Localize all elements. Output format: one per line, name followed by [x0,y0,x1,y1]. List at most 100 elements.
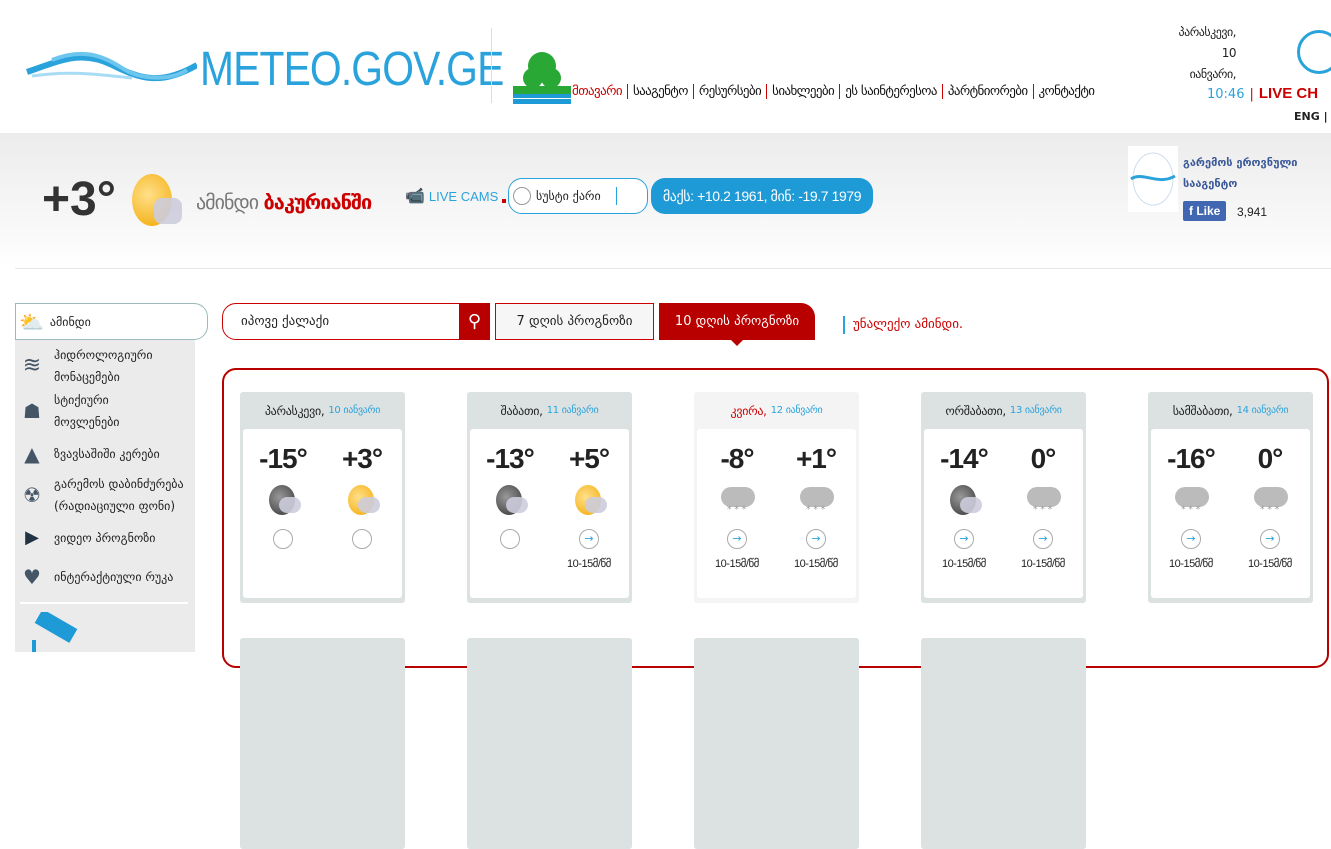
forecast-day-card[interactable] [694,638,859,849]
tab-10-day-forecast[interactable]: 10 დღის პროგნოზი [659,303,815,346]
chat-bubble-icon[interactable] [1297,30,1331,74]
night-temperature: -15° [259,443,308,474]
forecast-day-card[interactable]: კვირა,12 იანვარი -8° → 10-15მ/წმ +1° → 10-15მ/… [694,392,859,603]
live-chat-link[interactable]: LIVE CH [1259,85,1318,102]
sidebar-item-hydrology[interactable]: ≋ ჰიდროლოგიური მონაცემები [18,344,194,388]
forecast-day-card[interactable]: სამშაბათი,14 იანვარი -16° → 10-15მ/წმ 0° → 10-… [1148,392,1313,603]
live-cams-label: LIVE CAMS [428,188,499,204]
forecast-day-card[interactable] [467,638,632,849]
day-name: პარასკევი, [264,403,325,418]
card-body: -14° → 10-15მ/წმ 0° → 10-15მ/წმ [924,429,1083,598]
date-num: 10 [1221,46,1237,60]
day-date: 14 იანვარი [1236,405,1289,416]
card-header: ორშაბათი, 13 იანვარი [921,392,1086,429]
wind-direction-icon: → [1260,529,1280,549]
current-time: 10:46 [1207,87,1245,102]
search-button[interactable]: ⚲ [459,303,490,340]
city-search-input[interactable]: იპოვე ქალაქი [222,303,490,340]
city-name: ბაკურიანში [263,190,372,214]
live-cams-link[interactable]: 📹 LIVE CAMS [405,186,507,206]
weather-label: ამინდი [196,190,259,214]
wind-speed: 10-15მ/წმ [794,558,838,570]
day-name: სამშაბათი, [1172,403,1233,418]
day-date: 13 იანვარი [1009,405,1062,416]
wind-direction-icon: → [1033,529,1053,549]
night-cloud-icon [492,483,528,519]
day-name: ორშაბათი, [945,403,1006,418]
sidebar-item-label: ჰიდროლოგიური მონაცემები [54,348,153,384]
sidebar-item-label: გარემოს დაბინძურება (რადიაციული ფონი) [54,477,184,513]
lang-switch-eng[interactable]: ENG | [1294,110,1328,123]
night-temperature: -14° [940,443,989,474]
agency-tree-icon [513,52,571,104]
search-icon: ⚲ [467,311,482,332]
radiation-icon: ☢ [23,483,41,507]
day-date: 12 იანვარი [770,405,823,416]
sidebar-item-disasters[interactable]: ☗ სტიქიური მოვლენები [18,389,164,433]
fb-like-button[interactable]: f Like [1183,201,1227,221]
day-temperature: +5° [568,443,610,474]
forecast-day-card[interactable]: ორშაბათი,13 იანვარი -14° → 10-15მ/წმ 0° → 10-1… [921,392,1086,603]
fb-page-name[interactable]: გარემოს ეროვნული სააგენტო [1183,152,1323,194]
date-day: პარასკევი, [1178,25,1237,39]
nav-news[interactable]: სიახლეები [766,84,839,99]
card-header: კვირა, 12 იანვარი [694,392,859,429]
nav-home[interactable]: მთავარი [572,84,627,99]
divider [491,28,492,103]
day-name: შაბათი, [500,403,543,418]
wind-speed: 10-15მ/წმ [942,558,986,570]
sidebar-item-map[interactable]: ♥ ინტერაქტიული რუკა [18,563,173,591]
wind-speed [475,557,545,571]
night-temperature: -8° [720,443,754,474]
snow-cloud-icon [719,483,755,519]
day-temperature: +1° [795,443,837,474]
night-temperature: -16° [1167,443,1216,474]
agency-logo[interactable] [1128,146,1178,212]
wind-direction-icon: → [579,529,599,549]
nav-interesting[interactable]: ეს საინტერესოა [839,84,942,99]
wind-direction-icon: → [727,529,747,549]
wind-speed [248,557,318,571]
cloud-sun-icon: ⛅ [19,309,44,334]
sidebar-item-pollution[interactable]: ☢ გარემოს დაბინძურება (რადიაციული ფონი) [18,473,204,517]
nav-contact[interactable]: კონტაქტი [1032,84,1100,99]
camera-icon: 📹 [405,188,425,205]
sidebar-item-label: ამინდი [49,314,91,329]
nav-resources[interactable]: რესურსები [692,84,766,99]
wind-speed: 10-15მ/წმ [1248,558,1292,570]
day-temperature: 0° [1257,443,1284,474]
main-nav: მთავარი სააგენტო რესურსები სიახლეები ეს … [572,84,1099,99]
wind-direction-icon [352,529,372,549]
disaster-icon: ☗ [23,399,41,423]
forecast-day-card[interactable]: პარასკევი, 10 იანვარი -15° +3° [240,392,405,603]
fb-like-label: Like [1196,204,1221,218]
site-logo[interactable]: METEO.GOV.GE [200,42,504,97]
logo-waves-icon[interactable] [22,40,197,90]
day-temperature: +3° [341,443,383,474]
sidebar-item-avalanche[interactable]: ▲ ზვავსაშიში კერები [18,440,159,468]
forecast-day-card[interactable] [240,638,405,849]
card-header: სამშაბათი, 14 იანვარი [1148,392,1313,429]
forecast-day-card[interactable] [921,638,1086,849]
avalanche-icon: ▲ [24,442,40,466]
wind-speed [327,557,397,571]
waves-icon: ≋ [22,353,42,378]
nav-partners[interactable]: პარტნიორები [941,84,1033,99]
day-name: კვირა, [730,403,767,418]
camera-icon[interactable] [28,612,88,652]
weather-title: ამინდი ბაკურიანში [196,190,372,214]
sidebar-item-video[interactable]: ▶ ვიდეო პროგნოზი [18,524,156,552]
card-body: -15° +3° [243,429,402,598]
sidebar-item-label: ვიდეო პროგნოზი [54,531,156,545]
wind-direction-icon [513,187,531,205]
card-body: -13° +5° → 10-15მ/წმ [470,429,629,598]
sidebar-item-weather[interactable]: ⛅ ამინდი [15,303,208,340]
forecast-day-card[interactable]: შაბათი, 11 იანვარი -13° +5° → 10-15მ/წმ [467,392,632,603]
nav-agency[interactable]: სააგენტო [626,84,693,99]
sun-cloud-icon [571,483,607,519]
no-precipitation-link[interactable]: უნალექო ამინდი. [843,316,963,334]
tab-7-day-forecast[interactable]: 7 დღის პროგნოზი [495,303,654,340]
search-placeholder: იპოვე ქალაქი [241,314,330,329]
current-temperature: +3° [42,173,116,226]
night-temperature: -13° [486,443,535,474]
